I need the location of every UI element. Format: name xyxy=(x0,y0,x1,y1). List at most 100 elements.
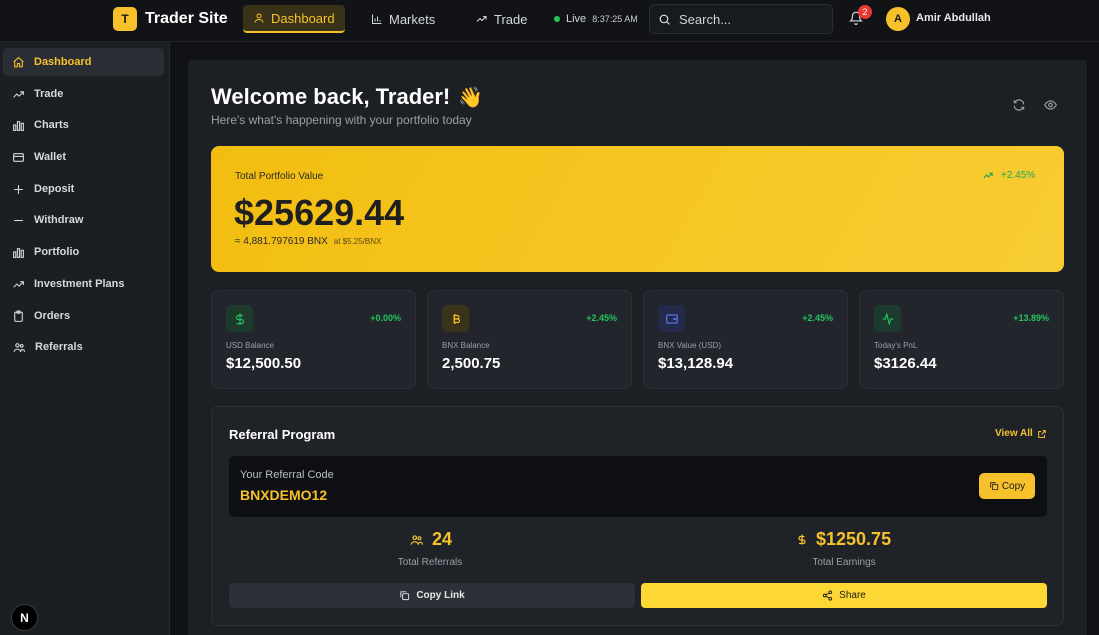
referral-title: Referral Program xyxy=(229,427,336,442)
sidebar-item-charts[interactable]: Charts xyxy=(3,111,164,139)
sidebar-item-wallet[interactable]: Wallet xyxy=(3,143,164,171)
user-icon xyxy=(254,13,264,23)
stat-value: 2,500.75 xyxy=(442,355,501,372)
portfolio-change: +2.45% xyxy=(981,170,1035,181)
nav-dashboard[interactable]: Dashboard xyxy=(243,5,345,33)
live-dot-icon xyxy=(554,16,560,22)
live-indicator: Live 8:37:25 AM xyxy=(554,13,638,25)
bar-chart-icon xyxy=(13,120,24,131)
plus-icon xyxy=(14,184,23,194)
external-link-icon xyxy=(1037,429,1046,438)
view-all-label: View All xyxy=(995,428,1033,439)
clipboard-icon xyxy=(14,310,23,322)
dollar-icon xyxy=(798,534,806,545)
sidebar-item-trade[interactable]: Trade xyxy=(3,80,164,108)
copy-icon xyxy=(990,482,998,491)
total-earnings: $1250.75 xyxy=(796,529,891,550)
dollar-icon xyxy=(226,305,253,332)
sidebar-item-label: Portfolio xyxy=(34,246,80,258)
trend-up-icon xyxy=(476,16,487,22)
copy-label: Copy xyxy=(1001,480,1026,492)
stat-label: USD Balance xyxy=(226,341,275,350)
copy-icon xyxy=(400,591,410,601)
referral-code-label: Your Referral Code xyxy=(240,469,334,481)
site-name[interactable]: Trader Site xyxy=(145,10,228,28)
share-button[interactable]: Share xyxy=(641,583,1047,608)
sidebar-item-label: Trade xyxy=(34,88,64,100)
stat-change: +2.45% xyxy=(802,313,833,323)
total-earnings-value: $1250.75 xyxy=(816,529,892,549)
user-name[interactable]: Amir Abdullah xyxy=(916,12,991,24)
total-earnings-label: Total Earnings xyxy=(812,557,876,568)
nextjs-badge-icon[interactable]: N xyxy=(11,604,38,631)
total-referrals-value: 24 xyxy=(432,529,453,549)
sidebar-item-label: Orders xyxy=(34,310,71,322)
logo-icon[interactable]: T xyxy=(113,7,137,31)
stat-value: $13,128.94 xyxy=(658,355,734,372)
avatar[interactable]: A xyxy=(886,7,910,31)
stat-change: +2.45% xyxy=(586,313,617,323)
live-label: Live xyxy=(566,13,587,25)
copy-code-button[interactable]: Copy xyxy=(979,473,1035,499)
stat-card-pnl: +13.89% Today's PnL $3126.44 xyxy=(859,290,1064,389)
bnx-equivalent: ≈ 4,881.797619 BNX xyxy=(235,236,328,247)
bar-chart-icon xyxy=(372,14,382,24)
sidebar-item-deposit[interactable]: Deposit xyxy=(3,175,164,203)
users-icon xyxy=(410,534,423,545)
trend-up-icon xyxy=(983,172,993,179)
total-referrals: 24 xyxy=(409,529,452,550)
activity-icon xyxy=(874,305,901,332)
search-input[interactable] xyxy=(679,11,819,27)
home-icon xyxy=(13,56,24,67)
sidebar-item-label: Deposit xyxy=(34,183,75,195)
referral-code-box xyxy=(229,456,1047,517)
live-time: 8:37:25 AM xyxy=(592,14,638,24)
trend-up-icon xyxy=(13,280,24,288)
portfolio-value: $25629.44 xyxy=(234,192,405,233)
search-box[interactable] xyxy=(649,4,833,34)
stat-change: +0.00% xyxy=(370,313,401,323)
stat-value: $3126.44 xyxy=(874,355,937,372)
sidebar-item-portfolio[interactable]: Portfolio xyxy=(3,238,164,266)
bitcoin-icon xyxy=(442,305,469,332)
wallet-icon xyxy=(658,305,685,332)
view-all-link[interactable]: View All xyxy=(995,428,1047,439)
portfolio-change-value: +2.45% xyxy=(1001,170,1036,181)
notification-badge: 2 xyxy=(858,5,872,19)
sidebar-item-label: Investment Plans xyxy=(34,278,125,290)
eye-icon[interactable] xyxy=(1043,98,1058,112)
stat-change: +13.89% xyxy=(1013,313,1049,323)
sidebar-item-orders[interactable]: Orders xyxy=(3,302,164,330)
referral-code: BNXDEMO12 xyxy=(240,487,328,503)
stat-card-bnx-value: +2.45% BNX Value (USD) $13,128.94 xyxy=(643,290,848,389)
sidebar-item-dashboard[interactable]: Dashboard xyxy=(3,48,164,76)
nav-dashboard-label: Dashboard xyxy=(271,10,335,26)
sidebar-item-referrals[interactable]: Referrals xyxy=(3,333,164,361)
nav-markets-label: Markets xyxy=(389,11,436,27)
page-subtitle: Here's what's happening with your portfo… xyxy=(211,113,472,127)
bnx-rate: at $5.25/BNX xyxy=(333,237,382,246)
stat-card-usd: +0.00% USD Balance $12,500.50 xyxy=(211,290,416,389)
share-label: Share xyxy=(839,590,866,601)
portfolio-card: Total Portfolio Value $25629.44 ≈ 4,881.… xyxy=(211,146,1064,272)
sidebar-item-label: Withdraw xyxy=(34,214,84,226)
minus-icon xyxy=(14,219,23,221)
search-icon xyxy=(659,14,670,25)
wave-icon: 👋 xyxy=(458,86,484,109)
total-referrals-label: Total Referrals xyxy=(397,557,463,568)
nav-markets[interactable]: Markets xyxy=(361,5,445,33)
stat-card-bnx-balance: +2.45% BNX Balance 2,500.75 xyxy=(427,290,632,389)
sidebar-item-label: Referrals xyxy=(35,341,83,353)
stat-label: Today's PnL xyxy=(874,341,918,350)
welcome-text: Welcome back, Trader! xyxy=(211,84,451,109)
trend-up-icon xyxy=(13,90,24,98)
portfolio-label: Total Portfolio Value xyxy=(235,171,324,182)
copy-link-button[interactable]: Copy Link xyxy=(229,583,635,608)
stat-label: BNX Value (USD) xyxy=(658,341,721,350)
copy-link-label: Copy Link xyxy=(416,590,465,601)
sidebar-item-withdraw[interactable]: Withdraw xyxy=(3,206,164,234)
nav-trade[interactable]: Trade xyxy=(465,5,537,33)
refresh-icon[interactable] xyxy=(1012,98,1026,112)
sidebar-item-investment-plans[interactable]: Investment Plans xyxy=(3,270,164,298)
users-icon xyxy=(13,342,25,352)
